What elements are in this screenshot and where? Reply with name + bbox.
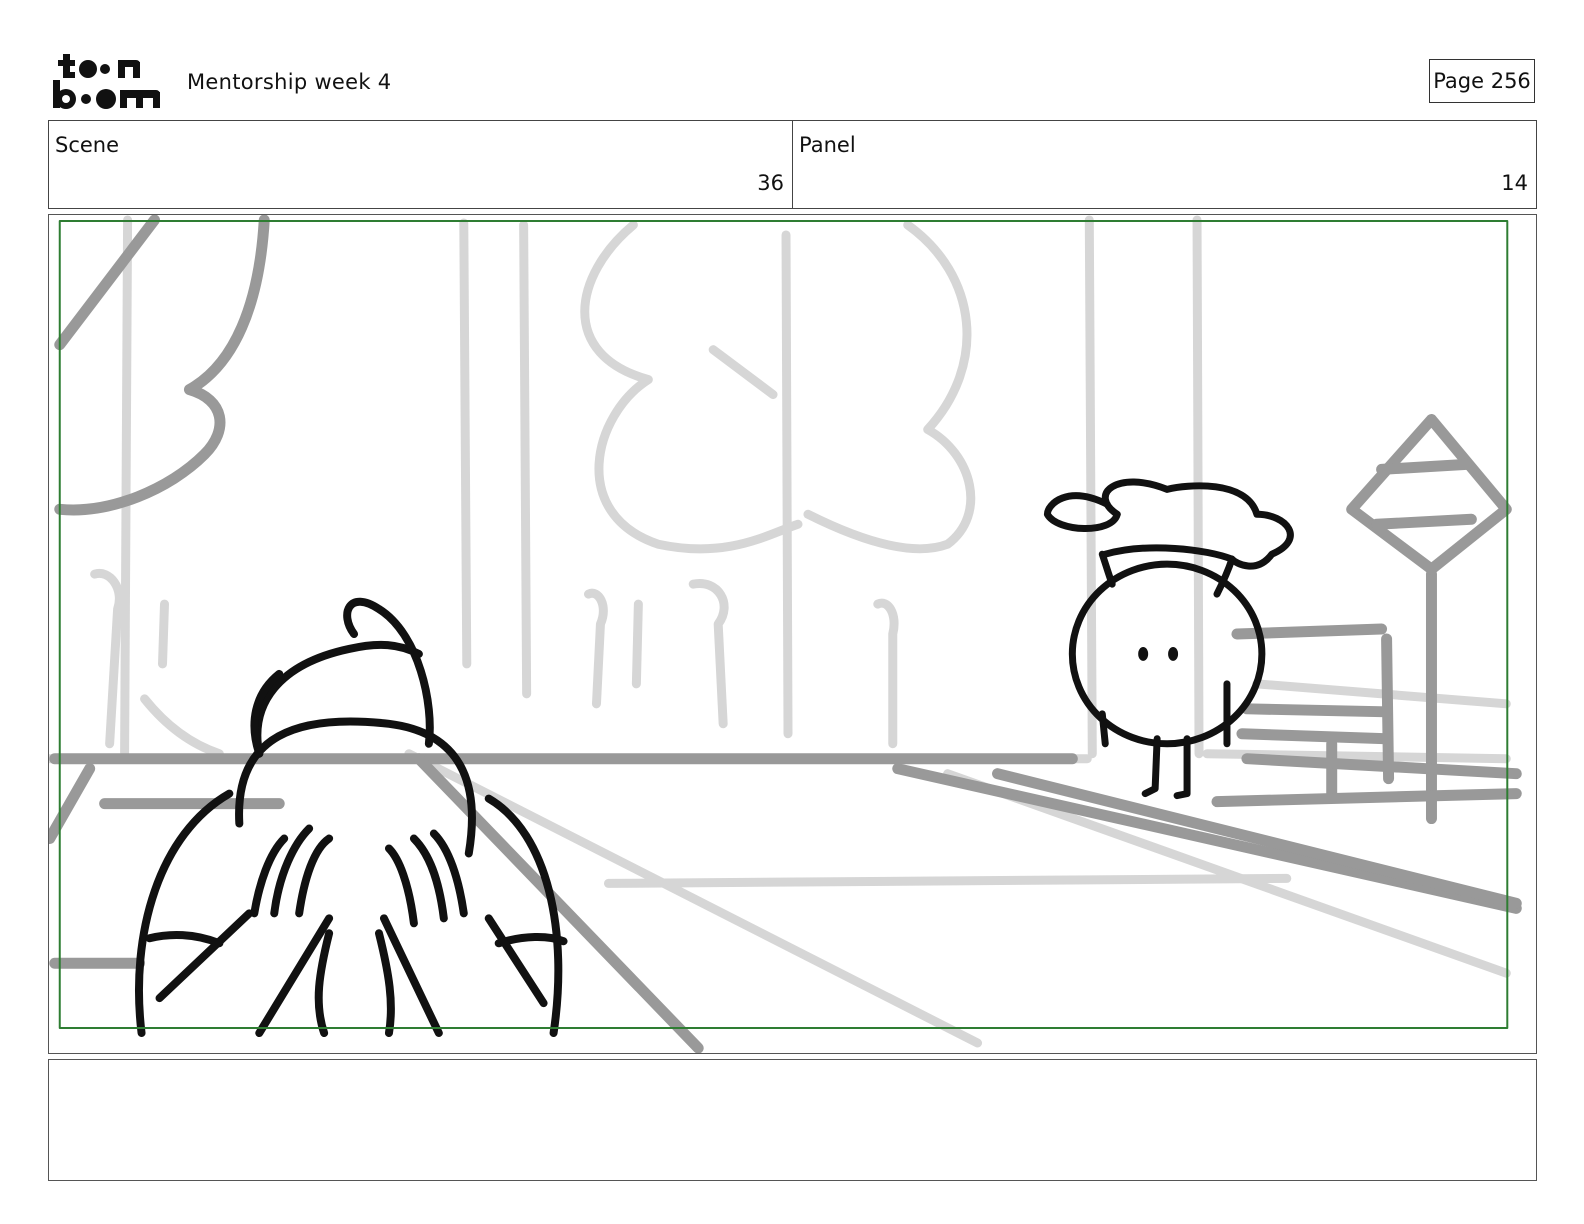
scene-number: 36: [757, 171, 784, 195]
page-number: Page 256: [1429, 59, 1535, 103]
panel-cell: Panel 14: [792, 121, 1536, 208]
storyboard-panel: [48, 214, 1537, 1054]
project-title: Mentorship week 4: [187, 70, 392, 94]
panel-number: 14: [1501, 171, 1528, 195]
toon-boom-logo: [53, 54, 160, 109]
scene-cell: Scene 36: [49, 121, 792, 208]
panel-label: Panel: [799, 133, 856, 157]
panel-notes-box: [48, 1059, 1537, 1181]
foreground-character: [135, 597, 568, 1038]
chef-eyes: [1138, 646, 1179, 661]
scene-panel-info: Scene 36 Panel 14: [48, 120, 1537, 209]
scene-label: Scene: [55, 133, 120, 157]
panel-drawing: [49, 215, 1522, 1053]
